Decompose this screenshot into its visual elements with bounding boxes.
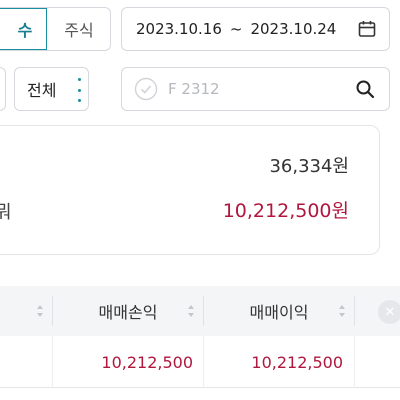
column-divider (354, 296, 355, 326)
column-header-trade-profit[interactable]: 매매이익 (204, 286, 354, 336)
column-header-label: 매매이익 (249, 303, 309, 322)
date-range-picker[interactable]: 2023.10.16 ~ 2023.10.24 (121, 7, 390, 51)
segment-active-label: 수 (17, 21, 33, 40)
category-select[interactable]: 전체 (14, 67, 89, 111)
symbol-search (121, 67, 390, 111)
date-separator: ~ (229, 20, 243, 38)
date-end: 2023.10.24 (250, 20, 337, 38)
summary-label-fragment: 뭐 (0, 202, 12, 223)
left-select-box[interactable] (0, 67, 6, 111)
column-header-label: 매매손익 (98, 303, 158, 322)
sort-icon[interactable] (36, 305, 44, 317)
sort-icon[interactable] (187, 305, 195, 317)
summary-value-2: 10,212,500원 (222, 200, 349, 222)
search-icon[interactable] (355, 79, 375, 99)
summary-value-1: 36,334원 (269, 156, 349, 177)
cell-trade-profit: 10,212,500 (251, 352, 343, 372)
table-header: 매매손익 매매이익 (0, 286, 400, 336)
trade-history-screen: 수 주식 2023.10.16 ~ 2023.10.24 전체 F 2312 뭐… (0, 0, 400, 400)
category-select-value: 전체 (27, 81, 57, 100)
table-row[interactable]: 10,212,500 10,212,500 (0, 336, 400, 388)
cell-trade-pnl: 10,212,500 (101, 352, 193, 372)
date-start: 2023.10.16 (136, 20, 222, 38)
more-vertical-icon[interactable] (76, 78, 82, 102)
close-icon[interactable]: ✕ (378, 300, 400, 324)
calendar-icon[interactable] (357, 19, 377, 39)
column-header-hidden[interactable] (0, 286, 52, 336)
segment-active-button[interactable]: 수 (0, 8, 47, 50)
sort-icon[interactable] (338, 305, 346, 317)
search-input[interactable] (168, 80, 338, 98)
row-divider (354, 336, 355, 388)
check-circle-icon[interactable] (134, 77, 158, 101)
summary-card: 뭐 36,334원 10,212,500원 (0, 125, 380, 255)
segment-stock-button[interactable]: 주식 (47, 8, 110, 50)
segment-stock-label: 주식 (64, 21, 94, 40)
asset-type-toggle: 수 주식 (0, 7, 111, 51)
column-header-trade-pnl[interactable]: 매매손익 (53, 286, 203, 336)
